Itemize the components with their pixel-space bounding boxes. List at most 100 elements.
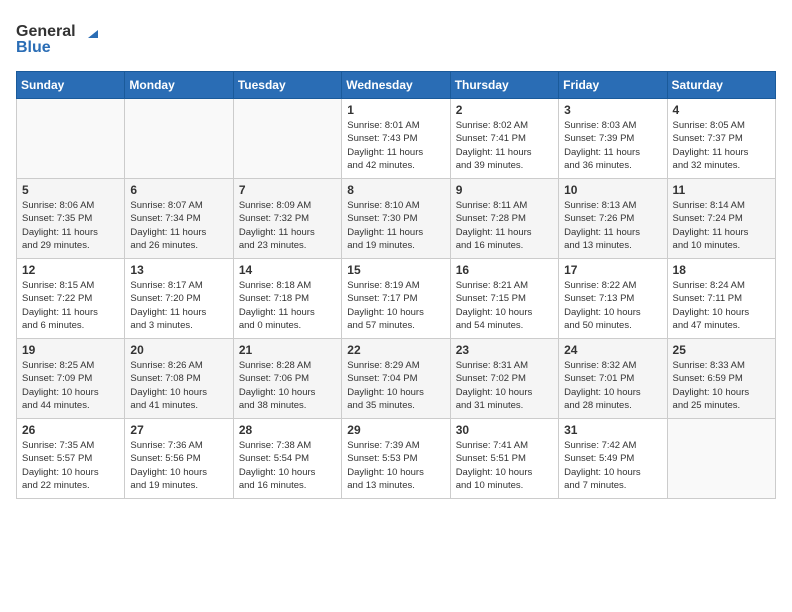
day-number: 12 — [22, 263, 119, 277]
day-number: 11 — [673, 183, 770, 197]
day-number: 16 — [456, 263, 553, 277]
calendar-cell: 16 Sunrise: 8:21 AM Sunset: 7:15 PM Dayli… — [450, 259, 558, 339]
day-info: Sunrise: 8:18 AM Sunset: 7:18 PM Dayligh… — [239, 279, 336, 332]
day-info: Sunrise: 8:29 AM Sunset: 7:04 PM Dayligh… — [347, 359, 444, 412]
calendar-cell: 4 Sunrise: 8:05 AM Sunset: 7:37 PM Daylig… — [667, 99, 775, 179]
day-info: Sunrise: 8:14 AM Sunset: 7:24 PM Dayligh… — [673, 199, 770, 252]
logo-general-text: General Blue — [16, 16, 106, 61]
calendar-cell: 26 Sunrise: 7:35 AM Sunset: 5:57 PM Dayli… — [17, 419, 125, 499]
calendar-cell — [17, 99, 125, 179]
day-info: Sunrise: 7:41 AM Sunset: 5:51 PM Dayligh… — [456, 439, 553, 492]
svg-text:General: General — [16, 23, 76, 40]
day-info: Sunrise: 8:06 AM Sunset: 7:35 PM Dayligh… — [22, 199, 119, 252]
calendar-cell: 30 Sunrise: 7:41 AM Sunset: 5:51 PM Dayli… — [450, 419, 558, 499]
calendar-cell: 18 Sunrise: 8:24 AM Sunset: 7:11 PM Dayli… — [667, 259, 775, 339]
day-number: 6 — [130, 183, 227, 197]
calendar-cell: 5 Sunrise: 8:06 AM Sunset: 7:35 PM Daylig… — [17, 179, 125, 259]
day-info: Sunrise: 8:28 AM Sunset: 7:06 PM Dayligh… — [239, 359, 336, 412]
day-number: 3 — [564, 103, 661, 117]
day-info: Sunrise: 8:02 AM Sunset: 7:41 PM Dayligh… — [456, 119, 553, 172]
calendar-cell — [667, 419, 775, 499]
day-number: 21 — [239, 343, 336, 357]
day-number: 1 — [347, 103, 444, 117]
day-info: Sunrise: 7:35 AM Sunset: 5:57 PM Dayligh… — [22, 439, 119, 492]
calendar-cell: 15Sunrise: 8:19 AM Sunset: 7:17 PM Dayli… — [342, 259, 450, 339]
day-info: Sunrise: 8:22 AM Sunset: 7:13 PM Dayligh… — [564, 279, 661, 332]
calendar-cell: 9 Sunrise: 8:11 AM Sunset: 7:28 PM Daylig… — [450, 179, 558, 259]
calendar-cell: 19 Sunrise: 8:25 AM Sunset: 7:09 PM Dayli… — [17, 339, 125, 419]
day-info: Sunrise: 8:24 AM Sunset: 7:11 PM Dayligh… — [673, 279, 770, 332]
day-info: Sunrise: 8:31 AM Sunset: 7:02 PM Dayligh… — [456, 359, 553, 412]
day-number: 20 — [130, 343, 227, 357]
day-info: Sunrise: 8:07 AM Sunset: 7:34 PM Dayligh… — [130, 199, 227, 252]
day-info: Sunrise: 7:38 AM Sunset: 5:54 PM Dayligh… — [239, 439, 336, 492]
day-info: Sunrise: 8:01 AM Sunset: 7:43 PM Dayligh… — [347, 119, 444, 172]
calendar-cell: 7 Sunrise: 8:09 AM Sunset: 7:32 PM Daylig… — [233, 179, 341, 259]
day-info: Sunrise: 8:32 AM Sunset: 7:01 PM Dayligh… — [564, 359, 661, 412]
day-info: Sunrise: 8:33 AM Sunset: 6:59 PM Dayligh… — [673, 359, 770, 412]
day-info: Sunrise: 8:05 AM Sunset: 7:37 PM Dayligh… — [673, 119, 770, 172]
day-info: Sunrise: 7:42 AM Sunset: 5:49 PM Dayligh… — [564, 439, 661, 492]
day-info: Sunrise: 8:17 AM Sunset: 7:20 PM Dayligh… — [130, 279, 227, 332]
day-number: 17 — [564, 263, 661, 277]
day-info: Sunrise: 8:13 AM Sunset: 7:26 PM Dayligh… — [564, 199, 661, 252]
svg-text:Blue: Blue — [16, 39, 51, 56]
day-number: 18 — [673, 263, 770, 277]
calendar-cell: 10Sunrise: 8:13 AM Sunset: 7:26 PM Dayli… — [559, 179, 667, 259]
calendar-table: SundayMondayTuesdayWednesdayThursdayFrid… — [16, 71, 776, 499]
day-info: Sunrise: 8:11 AM Sunset: 7:28 PM Dayligh… — [456, 199, 553, 252]
calendar-cell: 20 Sunrise: 8:26 AM Sunset: 7:08 PM Dayli… — [125, 339, 233, 419]
calendar-cell: 2 Sunrise: 8:02 AM Sunset: 7:41 PM Daylig… — [450, 99, 558, 179]
calendar-cell: 6 Sunrise: 8:07 AM Sunset: 7:34 PM Daylig… — [125, 179, 233, 259]
day-info: Sunrise: 8:26 AM Sunset: 7:08 PM Dayligh… — [130, 359, 227, 412]
day-number: 4 — [673, 103, 770, 117]
day-number: 29 — [347, 423, 444, 437]
calendar-cell: 22 Sunrise: 8:29 AM Sunset: 7:04 PM Dayli… — [342, 339, 450, 419]
calendar-cell: 27Sunrise: 7:36 AM Sunset: 5:56 PM Dayli… — [125, 419, 233, 499]
day-number: 14 — [239, 263, 336, 277]
calendar-cell: 24 Sunrise: 8:32 AM Sunset: 7:01 PM Dayli… — [559, 339, 667, 419]
day-header-tuesday: Tuesday — [233, 72, 341, 99]
day-info: Sunrise: 8:25 AM Sunset: 7:09 PM Dayligh… — [22, 359, 119, 412]
page-header: General Blue — [16, 16, 776, 61]
day-number: 7 — [239, 183, 336, 197]
day-number: 25 — [673, 343, 770, 357]
day-number: 26 — [22, 423, 119, 437]
day-header-thursday: Thursday — [450, 72, 558, 99]
day-number: 30 — [456, 423, 553, 437]
calendar-cell — [125, 99, 233, 179]
day-header-monday: Monday — [125, 72, 233, 99]
day-info: Sunrise: 8:15 AM Sunset: 7:22 PM Dayligh… — [22, 279, 119, 332]
calendar-cell: 31 Sunrise: 7:42 AM Sunset: 5:49 PM Dayli… — [559, 419, 667, 499]
day-info: Sunrise: 8:19 AM Sunset: 7:17 PM Dayligh… — [347, 279, 444, 332]
logo: General Blue — [16, 16, 106, 61]
day-info: Sunrise: 8:09 AM Sunset: 7:32 PM Dayligh… — [239, 199, 336, 252]
day-number: 5 — [22, 183, 119, 197]
day-number: 9 — [456, 183, 553, 197]
day-info: Sunrise: 7:36 AM Sunset: 5:56 PM Dayligh… — [130, 439, 227, 492]
calendar-cell: 14 Sunrise: 8:18 AM Sunset: 7:18 PM Dayli… — [233, 259, 341, 339]
day-number: 31 — [564, 423, 661, 437]
calendar-cell: 3Sunrise: 8:03 AM Sunset: 7:39 PM Daylig… — [559, 99, 667, 179]
calendar-cell: 23 Sunrise: 8:31 AM Sunset: 7:02 PM Dayli… — [450, 339, 558, 419]
day-number: 28 — [239, 423, 336, 437]
day-header-saturday: Saturday — [667, 72, 775, 99]
calendar-cell: 1 Sunrise: 8:01 AM Sunset: 7:43 PM Daylig… — [342, 99, 450, 179]
day-number: 19 — [22, 343, 119, 357]
calendar-cell: 12 Sunrise: 8:15 AM Sunset: 7:22 PM Dayli… — [17, 259, 125, 339]
day-header-sunday: Sunday — [17, 72, 125, 99]
day-info: Sunrise: 8:10 AM Sunset: 7:30 PM Dayligh… — [347, 199, 444, 252]
day-info: Sunrise: 7:39 AM Sunset: 5:53 PM Dayligh… — [347, 439, 444, 492]
day-number: 13 — [130, 263, 227, 277]
day-number: 23 — [456, 343, 553, 357]
day-number: 2 — [456, 103, 553, 117]
calendar-cell: 28 Sunrise: 7:38 AM Sunset: 5:54 PM Dayli… — [233, 419, 341, 499]
calendar-cell — [233, 99, 341, 179]
calendar-cell: 21 Sunrise: 8:28 AM Sunset: 7:06 PM Dayli… — [233, 339, 341, 419]
day-info: Sunrise: 8:21 AM Sunset: 7:15 PM Dayligh… — [456, 279, 553, 332]
calendar-cell: 17 Sunrise: 8:22 AM Sunset: 7:13 PM Dayli… — [559, 259, 667, 339]
day-header-wednesday: Wednesday — [342, 72, 450, 99]
day-number: 22 — [347, 343, 444, 357]
day-number: 24 — [564, 343, 661, 357]
calendar-cell: 8Sunrise: 8:10 AM Sunset: 7:30 PM Daylig… — [342, 179, 450, 259]
